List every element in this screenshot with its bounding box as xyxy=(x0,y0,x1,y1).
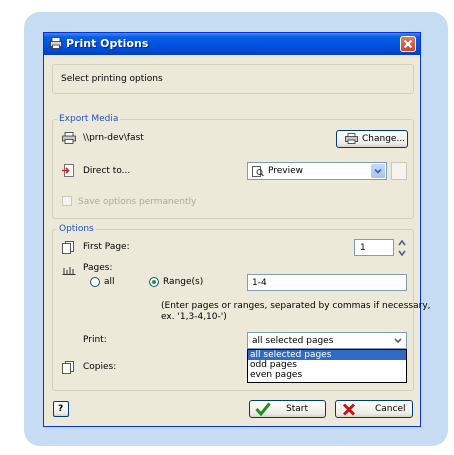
ranges-help-line2: ex. '1,3-4,10-') xyxy=(161,312,227,322)
header-panel: Select printing options xyxy=(52,64,414,94)
ranges-value: 1-4 xyxy=(252,278,267,288)
options-legend: Options xyxy=(57,224,96,234)
close-button[interactable] xyxy=(400,36,416,52)
export-media-legend: Export Media xyxy=(57,114,121,124)
preview-icon xyxy=(252,166,264,180)
export-media-group: Export Media \\prn-dev\fast Change... Di… xyxy=(52,114,414,219)
first-page-icon xyxy=(62,241,74,257)
print-option-even[interactable]: even pages xyxy=(250,370,302,380)
direct-to-icon xyxy=(62,164,74,180)
close-icon xyxy=(403,39,413,49)
printer-path: \\prn-dev\fast xyxy=(83,133,144,143)
print-option-odd[interactable]: odd pages xyxy=(250,360,297,370)
print-select[interactable]: all selected pages xyxy=(247,332,407,349)
print-dropdown-list: all selected pages odd pages even pages xyxy=(247,349,407,383)
x-icon xyxy=(342,403,356,419)
printer-icon xyxy=(62,132,76,147)
all-radio[interactable] xyxy=(90,277,100,287)
chevron-down-icon[interactable] xyxy=(371,164,385,178)
ranges-input[interactable]: 1-4 xyxy=(247,274,407,291)
first-page-input[interactable]: 1 xyxy=(354,239,394,256)
ranges-label: Range(s) xyxy=(163,277,204,287)
change-button-label: Change... xyxy=(362,134,406,144)
print-options-dialog: Print Options Select printing options Ex… xyxy=(43,32,431,427)
checkmark-icon xyxy=(255,402,271,419)
printer-app-icon xyxy=(50,37,62,49)
print-label: Print: xyxy=(83,335,107,345)
pages-label: Pages: xyxy=(83,263,113,273)
help-button[interactable]: ? xyxy=(53,401,69,417)
options-group: Options First Page: 1 Pages: all Range(s… xyxy=(52,224,431,391)
question-icon: ? xyxy=(58,404,64,414)
cancel-button-label: Cancel xyxy=(375,404,406,414)
pages-icon xyxy=(62,264,76,278)
all-label: all xyxy=(104,277,115,287)
start-button[interactable]: Start xyxy=(249,400,326,418)
direct-to-value: Preview xyxy=(268,166,304,176)
print-option-all-selected[interactable]: all selected pages xyxy=(250,350,331,360)
first-page-value: 1 xyxy=(360,243,366,253)
save-options-checkbox[interactable] xyxy=(62,196,72,206)
save-options-label: Save options permanently xyxy=(78,197,197,207)
ranges-help-line1: (Enter pages or ranges, separated by com… xyxy=(161,301,431,311)
ranges-radio[interactable] xyxy=(149,277,159,287)
print-value: all selected pages xyxy=(252,336,334,346)
cancel-button[interactable]: Cancel xyxy=(335,400,413,418)
header-text: Select printing options xyxy=(61,74,163,84)
spinner-icon[interactable] xyxy=(397,238,407,261)
direct-to-options-icon[interactable] xyxy=(391,162,407,180)
print-chevron-down-icon[interactable] xyxy=(391,334,405,347)
direct-to-select[interactable]: Preview xyxy=(247,162,387,180)
change-button[interactable]: Change... xyxy=(336,130,408,148)
title-bar[interactable]: Print Options xyxy=(44,33,420,55)
window-title: Print Options xyxy=(66,37,149,50)
copies-icon xyxy=(62,361,74,377)
direct-to-label: Direct to... xyxy=(83,166,131,176)
copies-label: Copies: xyxy=(83,362,117,372)
printer-small-icon xyxy=(345,133,358,147)
first-page-label: First Page: xyxy=(83,242,130,252)
start-button-label: Start xyxy=(286,404,308,414)
